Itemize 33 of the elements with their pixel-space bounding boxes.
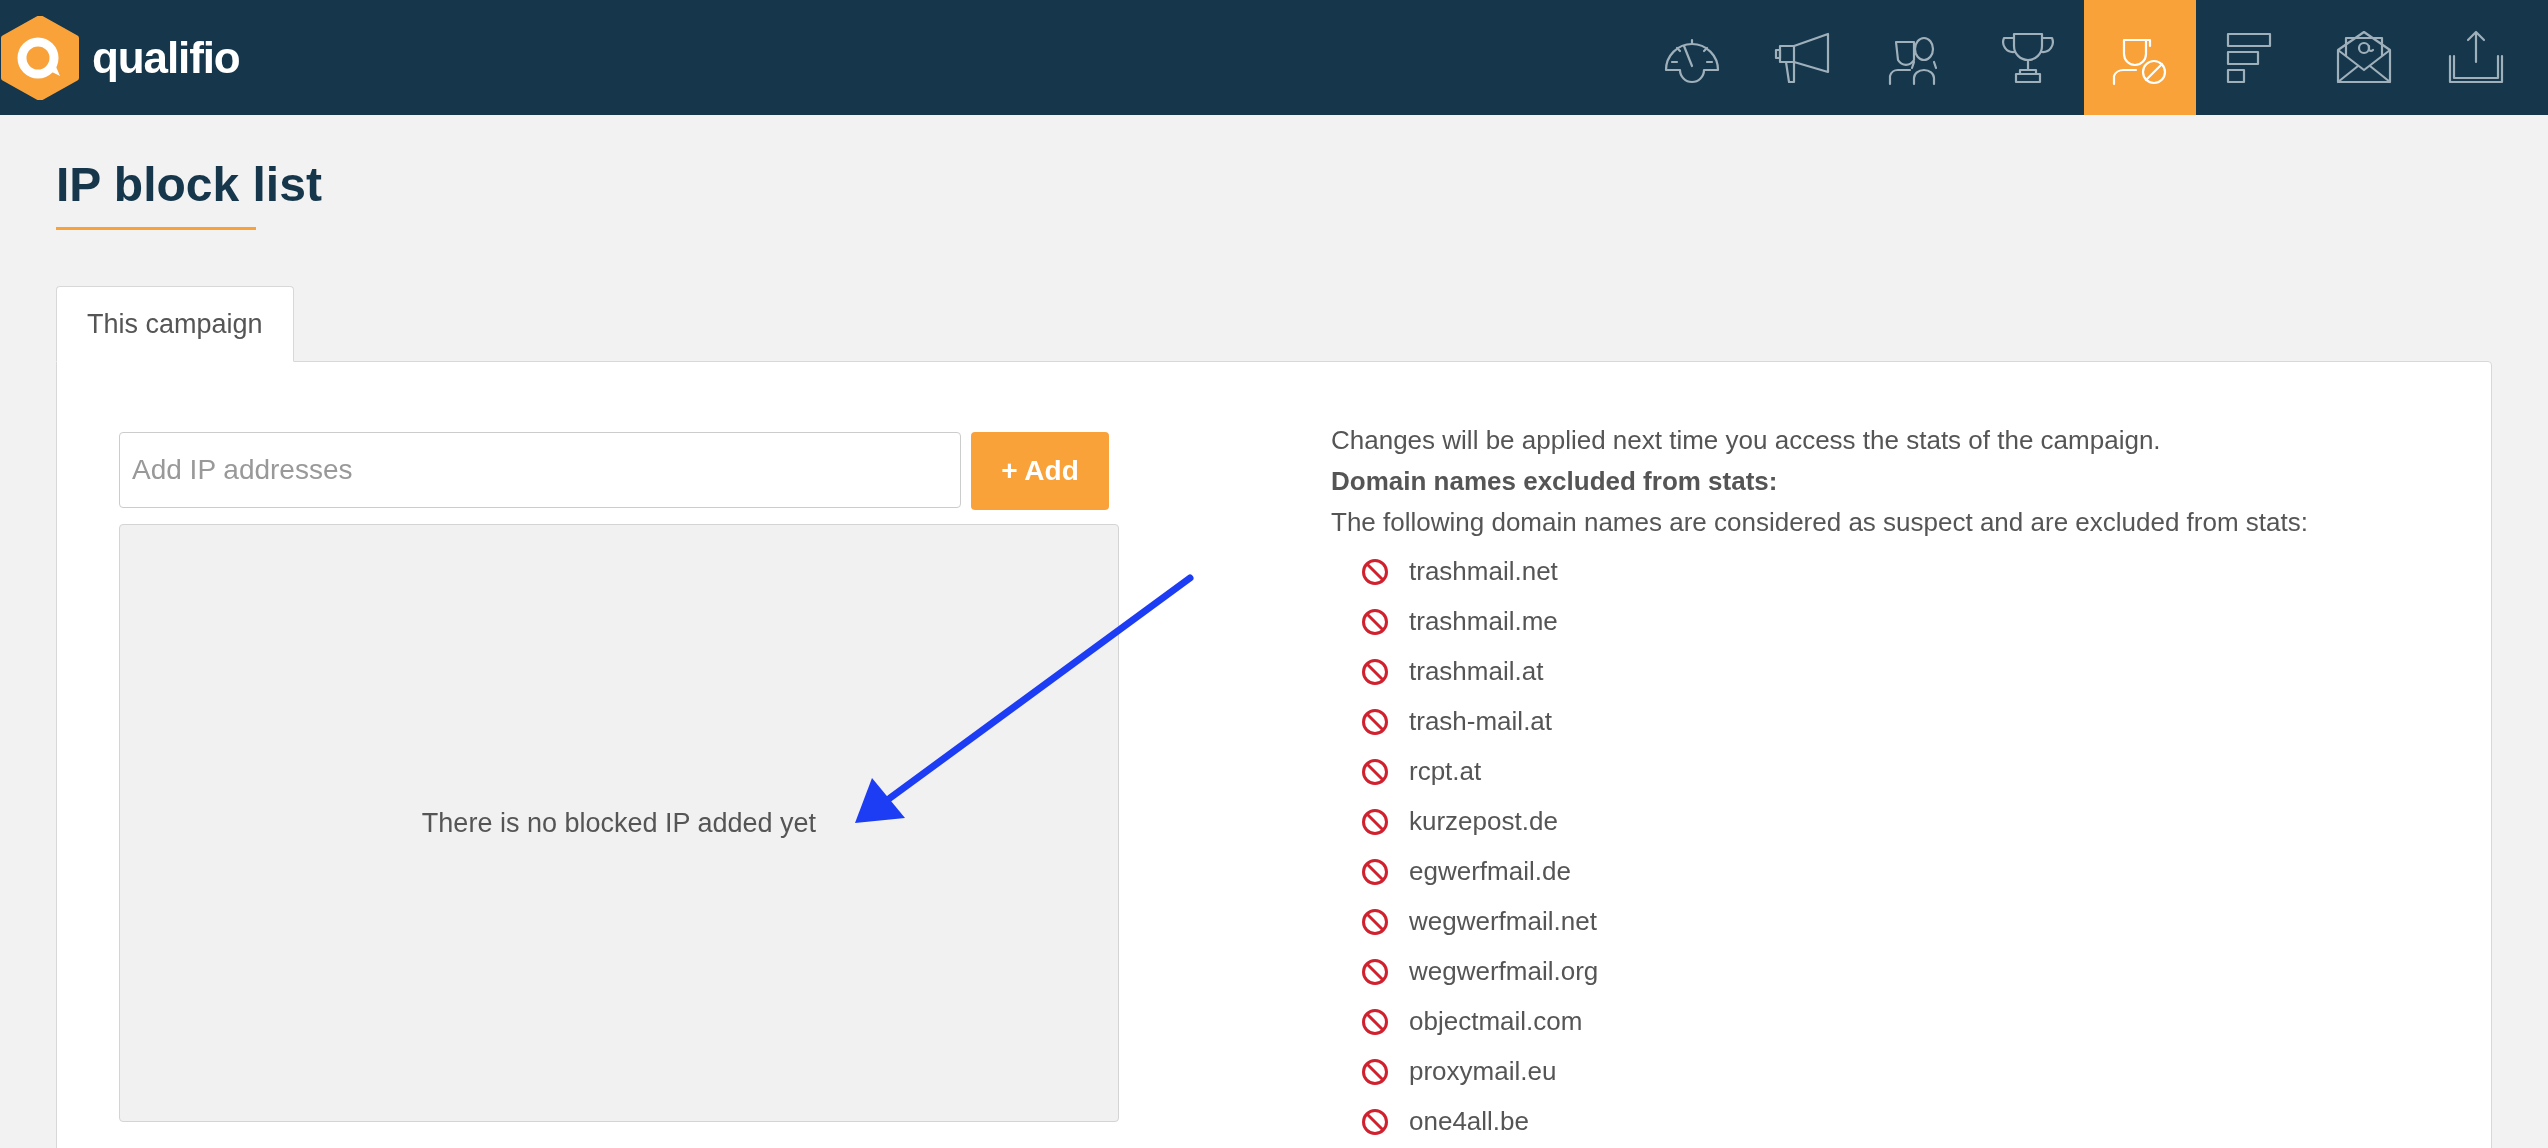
blocked-icon [1361, 707, 1389, 736]
domain-name: proxymail.eu [1409, 1055, 1557, 1088]
logo-icon [0, 15, 80, 100]
domains-heading: Domain names excluded from stats: [1331, 465, 1779, 498]
domain-name: rcpt.at [1409, 755, 1482, 788]
domain-name: kurzepost.de [1409, 805, 1558, 838]
domain-name: one4all.be [1409, 1105, 1529, 1138]
domain-name: wegwerfmail.net [1409, 905, 1597, 938]
blocked-icon [1361, 557, 1389, 586]
blocked-icon [1361, 1007, 1389, 1036]
page-title: IP block list [56, 157, 322, 213]
blocked-icon [1361, 757, 1389, 786]
blocked-icon [1361, 907, 1389, 936]
blocked-icon [1361, 1057, 1389, 1086]
domain-name: objectmail.com [1409, 1005, 1583, 1038]
ip-input-field[interactable]: Add IP addresses [119, 432, 961, 508]
info-note: Changes will be applied next time you access the stats of the campaign. [1331, 424, 2162, 457]
tab[interactable]: This campaign [56, 286, 294, 362]
blocked-icon [1361, 1107, 1389, 1136]
logo-text: qualifio [92, 31, 240, 84]
domain-name: trash-mail.at [1409, 705, 1553, 738]
blocked-icon [1361, 857, 1389, 886]
blocked-icon [1361, 657, 1389, 686]
domain-name: egwerfmail.de [1409, 855, 1571, 888]
blocked-icon [1361, 807, 1389, 836]
domain-name: trashmail.at [1409, 655, 1544, 688]
blocked-icon [1361, 957, 1389, 986]
domains-description: The following domain names are considered as suspect and are excluded from stats: [1331, 506, 2308, 539]
domain-name: wegwerfmail.org [1409, 955, 1599, 988]
blocked-icon [1361, 607, 1389, 636]
domain-name: trashmail.me [1409, 605, 1558, 638]
domain-name: trashmail.net [1409, 555, 1558, 588]
empty-message: There is no blocked IP added yet [421, 806, 817, 840]
